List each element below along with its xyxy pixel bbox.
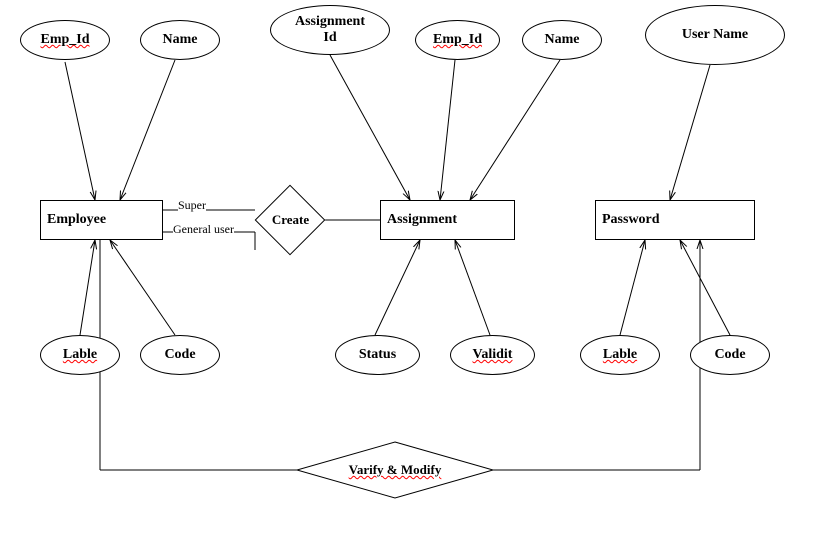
attr-label: Lable [603,347,637,363]
attr-label: Emp_Id [40,32,89,48]
relationship-create [255,185,326,256]
attr-label: Validit [473,347,513,363]
attr-label: Status [359,347,396,363]
relationship-varify-modify [295,440,495,500]
entity-label: Assignment [387,212,457,228]
attr-employee-code: Code [140,335,220,375]
attr-assignment-emp-id: Emp_Id [415,20,500,60]
attr-assignment-name: Name [522,20,602,60]
attr-assignment-id: Assignment Id [270,5,390,55]
role-super-label: Super [178,198,206,213]
attr-label: Code [164,347,195,363]
attr-password-user-name: User Name [645,5,785,65]
attr-password-code: Code [690,335,770,375]
attr-label: User Name [682,27,748,43]
entity-label: Password [602,212,660,228]
attr-label-line2: Id [323,30,336,46]
attr-employee-name: Name [140,20,220,60]
attr-password-lable: Lable [580,335,660,375]
role-general-user-label: General user [173,222,234,237]
attr-employee-lable: Lable [40,335,120,375]
attr-employee-emp-id: Emp_Id [20,20,110,60]
entity-label: Employee [47,212,106,228]
attr-label: Code [714,347,745,363]
attr-label: Emp_Id [433,32,482,48]
entity-assignment: Assignment [380,200,515,240]
attr-assignment-status: Status [335,335,420,375]
attr-label: Name [163,32,198,48]
attr-label: Name [545,32,580,48]
attr-assignment-validit: Validit [450,335,535,375]
attr-label-line1: Assignment [295,14,365,30]
attr-label: Lable [63,347,97,363]
entity-employee: Employee [40,200,163,240]
entity-password: Password [595,200,755,240]
